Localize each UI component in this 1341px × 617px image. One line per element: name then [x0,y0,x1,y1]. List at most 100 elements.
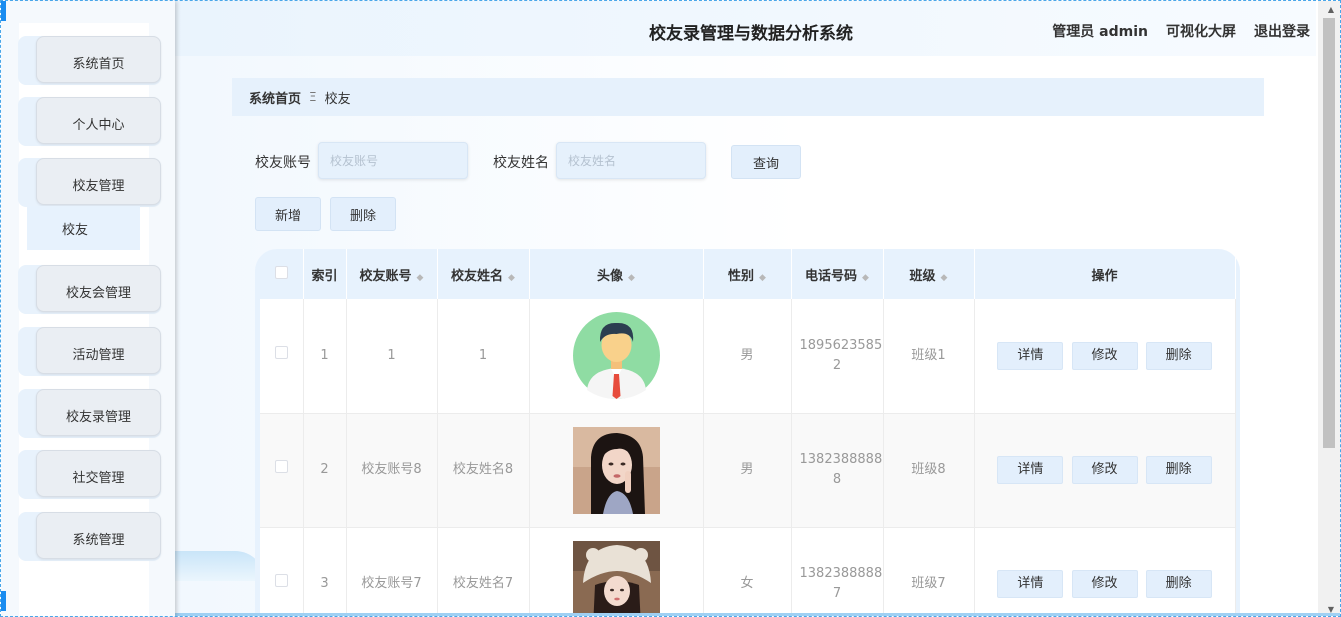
sidebar-item-label: 校友录管理 [36,389,161,436]
class-cell: 班级7 [883,527,975,616]
edit-button[interactable]: 修改 [1071,570,1138,598]
sidebar-item-social-management[interactable]: 社交管理 [18,450,161,499]
breadcrumb: 系统首页 Ξ 校友 [232,78,1264,116]
column-header-account[interactable]: 校友账号 ◆ [346,249,438,299]
actions-cell: 详情 修改 删除 [974,299,1236,414]
sidebar-item-activity-management[interactable]: 活动管理 [18,327,161,376]
top-header: 校友录管理与数据分析系统 管理员 admin 可视化大屏 退出登录 [175,1,1316,56]
sort-icon[interactable]: ◆ [759,273,766,283]
corner-marker-bottom [1,591,6,611]
table-row: 2 校友账号8 校友姓名8 男 1382388888 8 班级8 详情 修改 删… [260,413,1236,528]
sidebar-item-association-management[interactable]: 校友会管理 [18,265,161,314]
sort-icon[interactable]: ◆ [628,273,635,283]
delete-button[interactable]: 删除 [1145,570,1212,598]
class-cell: 班级1 [883,299,975,414]
avatar [572,540,660,616]
sidebar-item-label: 社交管理 [36,450,161,497]
column-header-label: 操作 [1091,268,1118,284]
column-header-avatar[interactable]: 头像 ◆ [529,249,704,299]
edit-button[interactable]: 修改 [1071,341,1138,370]
phone-cell: 1382388888 7 [791,527,884,616]
row-select-cell [260,527,304,616]
sidebar-item-personal-center[interactable]: 个人中心 [18,97,161,146]
sidebar-item-label: 系统管理 [36,512,161,559]
column-header-class[interactable]: 班级 ◆ [883,249,975,299]
select-all-checkbox[interactable] [274,265,288,279]
query-button[interactable]: 查询 [731,145,801,179]
dashboard-link[interactable]: 可视化大屏 [1166,21,1236,41]
scroll-up-arrow-icon[interactable]: ▲ [1328,5,1334,14]
table-row: 1 1 1 男 1895623585 2 班级1 详情 修改 删除 [260,299,1236,414]
column-header-label: 电话号码 [805,268,858,284]
name-cell: 校友姓名8 [437,413,530,528]
bottom-accent-bar [1,613,1340,616]
corner-marker-top [1,1,6,21]
column-header-actions: 操作 [974,249,1236,299]
admin-user-label[interactable]: 管理员 admin [1052,21,1148,41]
index-cell: 1 [303,299,347,414]
sidebar-item-alumni-management[interactable]: 校友管理 [18,158,161,207]
sidebar-item-system-management[interactable]: 系统管理 [18,512,161,561]
batch-delete-button[interactable]: 删除 [330,197,396,231]
avatar [572,312,660,400]
column-header-name[interactable]: 校友姓名 ◆ [437,249,530,299]
avatar [572,426,660,514]
delete-button[interactable]: 删除 [1145,341,1212,370]
scrollbar-thumb[interactable] [1323,18,1335,448]
sidebar-subitem-alumni[interactable]: 校友 [27,206,140,250]
breadcrumb-home[interactable]: 系统首页 [249,88,301,107]
sidebar-item-directory-management[interactable]: 校友录管理 [18,389,161,438]
gender-cell: 女 [703,527,792,616]
sort-icon[interactable]: ◆ [508,273,515,283]
row-checkbox[interactable] [274,460,288,473]
photo-avatar-icon [572,540,660,616]
alumni-table-container: 索引 校友账号 ◆ 校友姓名 ◆ 头像 ◆ 性别 ◆ 电话号码 ◆ 班级 ◆ 操作 1 1 … [255,249,1240,616]
select-all-cell [260,249,304,299]
vertical-scrollbar[interactable]: ▲ ▼ [1318,1,1340,616]
column-header-label: 索引 [311,268,338,284]
delete-button[interactable]: 删除 [1145,456,1212,484]
name-cell: 1 [437,299,530,414]
column-header-label: 校友姓名 [451,268,504,284]
row-checkbox[interactable] [274,574,288,587]
phone-cell: 1895623585 2 [791,299,884,414]
sidebar-item-home[interactable]: 系统首页 [18,36,161,85]
detail-button[interactable]: 详情 [997,570,1064,598]
name-search-input[interactable] [556,142,706,179]
detail-button[interactable]: 详情 [997,456,1064,484]
column-header-phone[interactable]: 电话号码 ◆ [791,249,884,299]
sidebar-item-label: 个人中心 [36,97,161,144]
column-header-gender[interactable]: 性别 ◆ [703,249,792,299]
default-avatar-icon [572,312,660,400]
account-cell: 1 [346,299,438,414]
sort-icon[interactable]: ◆ [417,273,424,283]
name-cell: 校友姓名7 [437,527,530,616]
app-frame: 校友录管理与数据分析系统 管理员 admin 可视化大屏 退出登录 系统首页 个… [0,0,1341,617]
avatar-cell [529,527,704,616]
gender-cell: 男 [703,413,792,528]
edit-button[interactable]: 修改 [1071,456,1138,484]
row-select-cell [260,413,304,528]
app-title: 校友录管理与数据分析系统 [649,24,853,44]
sidebar-item-label: 系统首页 [36,36,161,83]
column-header-index: 索引 [303,249,347,299]
table-row: 3 校友账号7 校友姓名7 女 1382388888 7 班级7 详情 修改 删… [260,527,1236,616]
account-cell: 校友账号7 [346,527,438,616]
photo-avatar-icon [572,426,660,514]
class-cell: 班级8 [883,413,975,528]
actions-cell: 详情 修改 删除 [974,527,1236,616]
sort-icon[interactable]: ◆ [862,273,869,283]
logout-link[interactable]: 退出登录 [1254,21,1310,41]
row-checkbox[interactable] [274,345,288,359]
avatar-cell [529,413,704,528]
account-search-input[interactable] [318,142,468,179]
sidebar-item-label: 校友会管理 [36,265,161,312]
column-header-label: 头像 [597,268,624,284]
detail-button[interactable]: 详情 [997,341,1064,370]
breadcrumb-separator-icon: Ξ [309,90,317,104]
actions-cell: 详情 修改 删除 [974,413,1236,528]
header-actions: 管理员 admin 可视化大屏 退出登录 [1052,21,1310,41]
add-button[interactable]: 新增 [255,197,321,231]
alumni-table: 索引 校友账号 ◆ 校友姓名 ◆ 头像 ◆ 性别 ◆ 电话号码 ◆ 班级 ◆ 操作 1 1 … [260,249,1236,616]
sort-icon[interactable]: ◆ [941,273,948,283]
